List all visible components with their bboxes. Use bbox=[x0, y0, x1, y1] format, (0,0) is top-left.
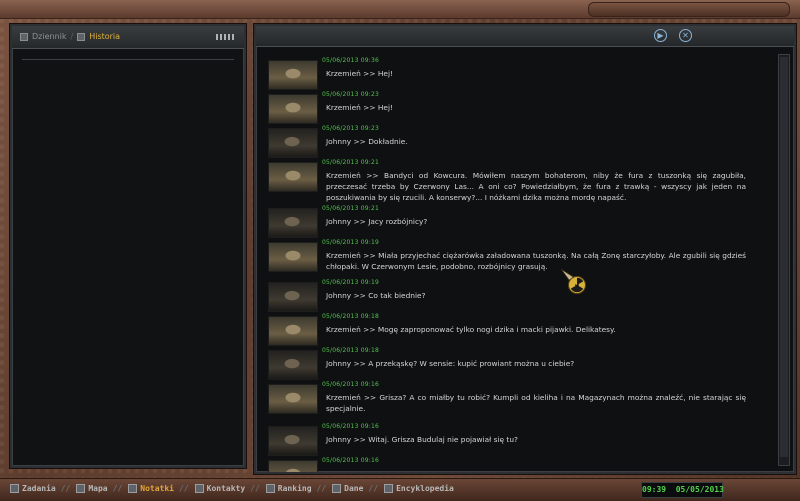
message-timestamp: 05/06/2013 09:23 bbox=[322, 91, 379, 98]
message-text: Johnny >> Jacy rozbójnicy? bbox=[326, 217, 428, 226]
close-circle-icon[interactable]: ✕ bbox=[679, 29, 692, 42]
bottom-nav-bar: Zadania//Mapa//Notatki//Kontakty//Rankin… bbox=[0, 478, 800, 501]
nav-label: Zadania bbox=[22, 484, 56, 493]
nav-encyklopedia[interactable]: Encyklopedia bbox=[384, 484, 460, 493]
krzemien-portrait bbox=[268, 60, 318, 90]
nav-label: Notatki bbox=[140, 484, 174, 493]
nav-marker-icon bbox=[194, 484, 204, 493]
krzemien-portrait bbox=[268, 94, 318, 124]
krzemien-portrait bbox=[268, 384, 318, 414]
message-timestamp: 05/06/2013 09:21 bbox=[322, 205, 379, 212]
nav-kontakty[interactable]: Kontakty // bbox=[194, 484, 266, 493]
tab-separator: / bbox=[70, 32, 74, 41]
clock-date: 05/05/2013 bbox=[675, 485, 724, 494]
message-timestamp: 05/06/2013 09:36 bbox=[322, 57, 379, 64]
nav-marker-icon bbox=[265, 484, 275, 493]
message-timestamp: 05/06/2013 09:18 bbox=[322, 347, 379, 354]
nav-zadania[interactable]: Zadania // bbox=[10, 484, 76, 493]
message-history-panel: ▶ ✕ 05/06/2013 09:36 Krzemień >> Hej! 05/0… bbox=[254, 24, 796, 474]
message-timestamp: 05/06/2013 09:21 bbox=[322, 159, 379, 166]
clock-display: 09:39 05/05/2013 bbox=[641, 482, 724, 498]
krzemien-portrait bbox=[268, 242, 318, 272]
nav-ranking[interactable]: Ranking // bbox=[265, 484, 332, 493]
nav-separator: // bbox=[316, 484, 327, 493]
message-text: Krzemień >> Grisza? A co miałby tu robić… bbox=[326, 393, 746, 413]
scroll-thumb[interactable] bbox=[780, 57, 788, 457]
tab-historia[interactable]: Historia bbox=[89, 26, 120, 48]
krzemien-portrait bbox=[268, 162, 318, 192]
nav-mapa[interactable]: Mapa // bbox=[76, 484, 128, 493]
bottom-nav-list: Zadania//Mapa//Notatki//Kontakty//Rankin… bbox=[10, 484, 460, 493]
play-circle-icon[interactable]: ▶ bbox=[654, 29, 667, 42]
johnny-portrait bbox=[268, 426, 318, 456]
nav-separator: // bbox=[178, 484, 189, 493]
left-divider bbox=[22, 59, 234, 60]
krzemien-portrait bbox=[268, 316, 318, 346]
message-text: Krzemień >> Mogę zaproponować tylko nogi… bbox=[326, 325, 616, 334]
message-timestamp: 05/06/2013 09:19 bbox=[322, 239, 379, 246]
nav-label: Ranking bbox=[277, 484, 312, 493]
nav-marker-icon bbox=[10, 484, 19, 493]
tab-dziennik[interactable]: Dziennik bbox=[32, 26, 67, 48]
message-text: Johnny >> A przekąskę? W sensie: kupić p… bbox=[326, 359, 575, 368]
message-text: Johnny >> Witaj. Grisza Budulaj nie poja… bbox=[326, 435, 518, 444]
nav-label: Dane bbox=[344, 484, 364, 493]
message-timestamp: 05/06/2013 09:18 bbox=[322, 313, 379, 320]
nav-label: Kontakty bbox=[206, 484, 246, 493]
left-tab-bar: Dziennik / Historia bbox=[12, 26, 244, 49]
krzemien-portrait bbox=[268, 460, 318, 472]
nav-separator: // bbox=[250, 484, 260, 493]
nav-marker-icon bbox=[76, 484, 86, 493]
message-timestamp: 05/06/2013 09:19 bbox=[322, 279, 379, 286]
grip-icon bbox=[216, 34, 234, 40]
message-timestamp: 05/06/2013 09:16 bbox=[322, 381, 379, 388]
message-text: Krzemień >> Hej! bbox=[326, 69, 393, 78]
panel-header: ▶ ✕ bbox=[256, 26, 794, 47]
nav-separator: // bbox=[112, 484, 123, 493]
nav-label: Mapa bbox=[88, 484, 108, 493]
johnny-portrait bbox=[268, 208, 318, 238]
tab-marker-icon bbox=[77, 33, 86, 41]
message-text: Johnny >> Dokładnie. bbox=[326, 137, 408, 146]
message-timestamp: 05/06/2013 09:16 bbox=[322, 423, 379, 430]
nav-separator: // bbox=[60, 484, 71, 493]
tab-marker-icon bbox=[20, 33, 28, 41]
clock-time: 09:39 bbox=[642, 485, 667, 494]
message-timestamp: 05/06/2013 09:16 bbox=[322, 457, 379, 464]
johnny-portrait bbox=[268, 350, 318, 380]
top-bar bbox=[0, 0, 800, 19]
message-text: Krzemień >> Miała przyjechać ciężarówka … bbox=[326, 251, 746, 271]
radiation-cursor-icon bbox=[561, 269, 586, 294]
johnny-portrait bbox=[268, 128, 318, 158]
nav-label: Encyklopedia bbox=[396, 484, 454, 493]
top-ornament bbox=[588, 2, 790, 17]
message-text: Krzemień >> Hej! bbox=[326, 103, 393, 112]
nav-marker-icon bbox=[128, 484, 138, 493]
nav-dane[interactable]: Dane // bbox=[332, 484, 384, 493]
nav-marker-icon bbox=[332, 484, 342, 493]
nav-notatki[interactable]: Notatki // bbox=[128, 484, 194, 493]
message-text: Johnny >> Co tak biednie? bbox=[326, 291, 426, 300]
left-panel: Dziennik / Historia bbox=[10, 24, 246, 468]
nav-marker-icon bbox=[384, 484, 394, 493]
scrollbar[interactable] bbox=[778, 54, 790, 466]
nav-separator: // bbox=[368, 484, 379, 493]
johnny-portrait bbox=[268, 282, 318, 312]
message-text: Krzemień >> Bandyci od Kowcura. Mówiłem … bbox=[326, 171, 746, 202]
message-timestamp: 05/06/2013 09:23 bbox=[322, 125, 379, 132]
